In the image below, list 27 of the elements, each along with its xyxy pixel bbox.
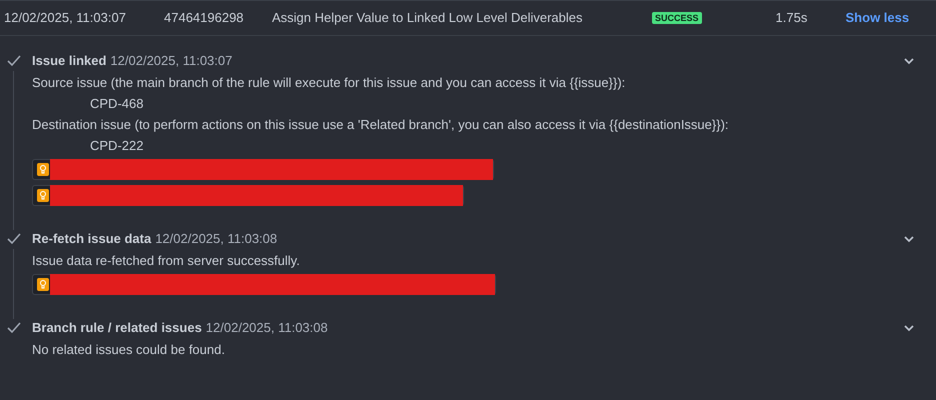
chevron-icon[interactable] — [904, 324, 914, 332]
step-title: Branch rule / related issues — [32, 319, 202, 338]
lightbulb-icon — [37, 163, 49, 176]
step-time: 12/02/2025, 11:03:08 — [155, 230, 278, 248]
check-icon — [7, 322, 21, 334]
lightbulb-icon — [37, 278, 49, 291]
step-time: 12/02/2025, 11:03:08 — [206, 319, 328, 338]
show-less-link[interactable]: Show less — [846, 8, 910, 28]
step-time: 12/02/2025, 11:03:07 — [110, 52, 232, 70]
issue-key: CPD-222 — [90, 138, 914, 154]
step-message: Issue data re-fetched from server successfully. — [32, 253, 301, 269]
duration: 1.75s — [776, 9, 808, 28]
chevron-icon[interactable] — [904, 58, 914, 64]
check-icon — [7, 55, 21, 67]
step-title: Issue linked — [32, 52, 106, 70]
rule-name: Assign Helper Value to Linked Low Level Deliverables — [272, 9, 584, 28]
issue-key: CPD-468 — [90, 96, 914, 112]
status-badge: SUCCESS — [652, 12, 702, 24]
run-id: 47464196298 — [164, 9, 245, 28]
check-icon — [7, 233, 21, 245]
step-message: No related issues could be found. — [32, 342, 226, 358]
step-message: Source issue (the main branch of the rule will execute for this issue and you can access it via {{issue}}): — [32, 75, 626, 91]
lightbulb-icon — [37, 189, 49, 202]
step-title: Re-fetch issue data — [32, 230, 152, 248]
step-message: Destination issue (to perform actions on this issue use a 'Related branch', you can also access it via {{destinationIssue}}): — [32, 117, 730, 133]
run-date: 12/02/2025, 11:03:07 — [4, 9, 127, 28]
chevron-icon[interactable] — [904, 236, 914, 242]
